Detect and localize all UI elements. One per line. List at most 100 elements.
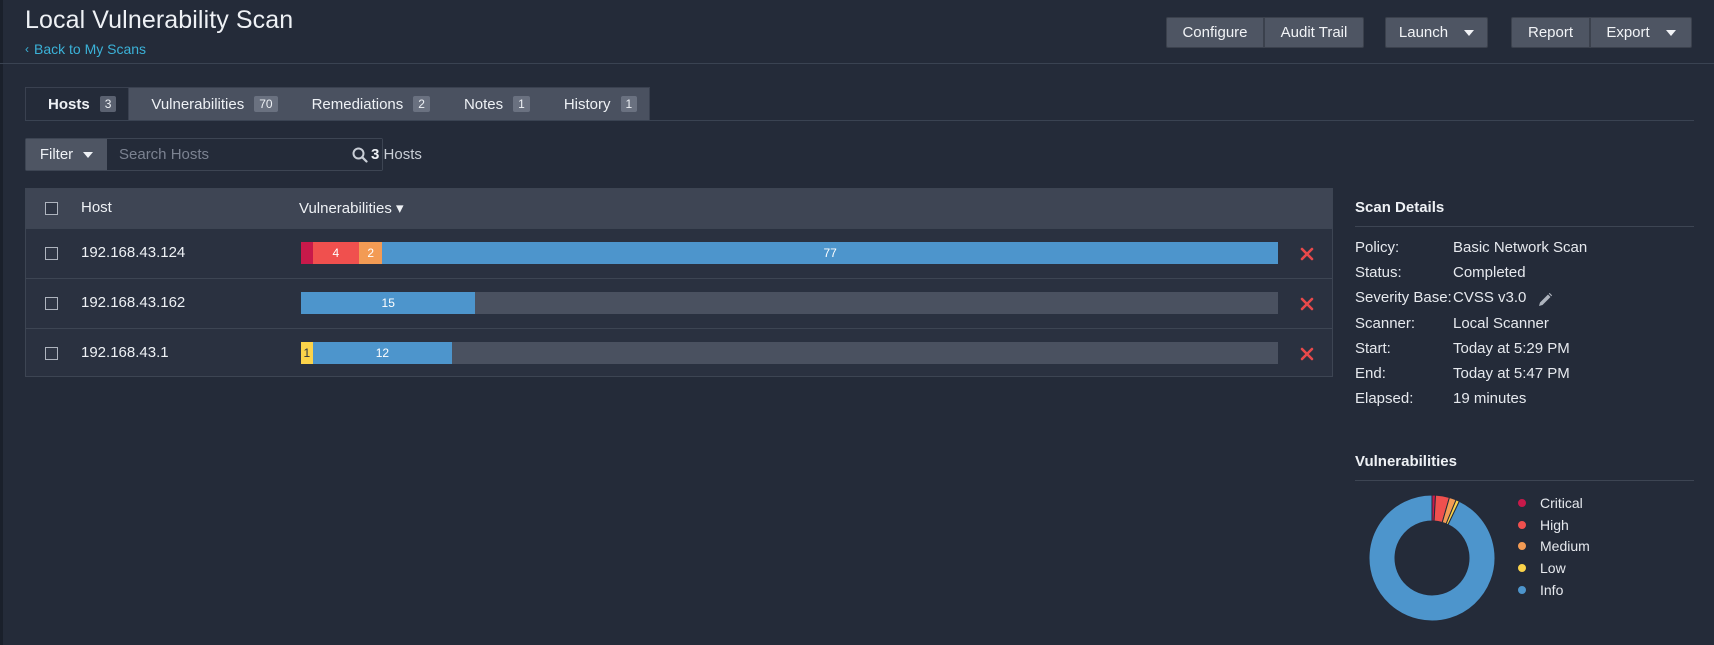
donut-slice-info[interactable] bbox=[1368, 494, 1496, 622]
launch-label: Launch bbox=[1398, 24, 1449, 41]
tab-count-badge: 3 bbox=[99, 96, 117, 112]
hosts-table: Host Vulnerabilities ▾ 192.168.43.124 4 2 7… bbox=[25, 188, 1333, 377]
tab-count-badge: 70 bbox=[254, 96, 278, 112]
chevron-left-icon: ‹ bbox=[25, 42, 29, 56]
vulnerability-bar[interactable]: 4 2 77 bbox=[301, 242, 1278, 264]
tab-label: History bbox=[563, 95, 611, 113]
search-hosts-input[interactable] bbox=[107, 139, 338, 170]
detail-label: Status: bbox=[1355, 264, 1402, 281]
tabs-divider bbox=[25, 120, 1694, 121]
table-row[interactable]: 192.168.43.162 15 bbox=[26, 278, 1332, 328]
detail-value: Today at 5:47 PM bbox=[1453, 365, 1570, 382]
table-row[interactable]: 192.168.43.124 4 2 77 bbox=[26, 228, 1332, 278]
caret-down-icon bbox=[1464, 29, 1475, 36]
legend-label: Info bbox=[1540, 581, 1564, 598]
tab-hosts[interactable]: Hosts 3 bbox=[26, 88, 130, 120]
bar-segment-medium[interactable]: 2 bbox=[359, 242, 383, 264]
detail-label: Policy: bbox=[1355, 239, 1400, 256]
delete-host-icon[interactable] bbox=[1298, 345, 1316, 363]
legend-label: Low bbox=[1540, 560, 1566, 577]
launch-button-group: Launch bbox=[1385, 17, 1488, 48]
tab-label: Vulnerabilities bbox=[151, 95, 245, 113]
bar-segment-info[interactable]: 15 bbox=[301, 292, 476, 314]
tab-notes[interactable]: Notes 1 bbox=[442, 88, 542, 120]
legend-label: High bbox=[1540, 516, 1569, 533]
host-count: 3 Hosts bbox=[371, 146, 422, 163]
tab-label: Notes bbox=[463, 95, 504, 113]
detail-label: End: bbox=[1355, 365, 1386, 382]
back-link-label: Back to My Scans bbox=[34, 41, 147, 57]
detail-value: Local Scanner bbox=[1453, 315, 1549, 332]
tab-vulnerabilities[interactable]: Vulnerabilities 70 bbox=[129, 88, 289, 120]
row-checkbox[interactable] bbox=[45, 297, 58, 310]
legend-label: Medium bbox=[1540, 538, 1590, 555]
report-export-group: Report Export bbox=[1511, 17, 1692, 48]
vulnerability-bar[interactable]: 15 bbox=[301, 292, 1278, 314]
bar-segment-info[interactable]: 12 bbox=[312, 342, 453, 364]
legend-dot bbox=[1518, 499, 1526, 507]
column-host[interactable]: Host bbox=[81, 199, 112, 216]
bar-segment-high[interactable]: 4 bbox=[312, 242, 360, 264]
bar-segment-critical[interactable] bbox=[301, 242, 313, 264]
export-label: Export bbox=[1606, 24, 1650, 41]
export-button[interactable]: Export bbox=[1590, 17, 1692, 48]
filter-bar: Filter bbox=[25, 138, 383, 171]
bar-segment-low[interactable]: 1 bbox=[301, 342, 313, 364]
row-checkbox[interactable] bbox=[45, 347, 58, 360]
detail-value: CVSS v3.0 bbox=[1453, 289, 1527, 306]
vulnerability-bar[interactable]: 1 12 bbox=[301, 342, 1278, 364]
legend-dot bbox=[1518, 520, 1526, 529]
detail-value: Basic Network Scan bbox=[1453, 239, 1588, 256]
detail-label: Elapsed: bbox=[1355, 390, 1414, 407]
audit-trail-button[interactable]: Audit Trail bbox=[1264, 17, 1364, 48]
legend-item: High bbox=[1518, 517, 1569, 533]
tab-label: Hosts bbox=[48, 95, 90, 113]
bar-segment-info[interactable]: 77 bbox=[382, 242, 1278, 264]
filter-button[interactable]: Filter bbox=[26, 139, 107, 170]
delete-host-icon[interactable] bbox=[1298, 295, 1316, 313]
row-checkbox[interactable] bbox=[45, 247, 58, 260]
host-ip[interactable]: 192.168.43.162 bbox=[81, 294, 185, 311]
header-divider bbox=[0, 63, 1714, 64]
detail-value: Today at 5:29 PM bbox=[1453, 340, 1570, 357]
detail-value: 19 minutes bbox=[1453, 390, 1527, 407]
caret-down-icon bbox=[83, 151, 94, 158]
select-all-checkbox[interactable] bbox=[45, 202, 58, 215]
delete-host-icon[interactable] bbox=[1298, 245, 1316, 263]
legend-item: Critical bbox=[1518, 495, 1583, 511]
report-button[interactable]: Report bbox=[1511, 17, 1590, 48]
legend-item: Info bbox=[1518, 582, 1563, 598]
detail-value: Completed bbox=[1453, 264, 1526, 281]
legend-dot bbox=[1518, 564, 1526, 573]
legend-dot bbox=[1518, 542, 1526, 551]
tab-remediations[interactable]: Remediations 2 bbox=[290, 88, 442, 120]
window-edge bbox=[0, 0, 3, 645]
table-header: Host Vulnerabilities ▾ bbox=[26, 189, 1332, 228]
caret-down-icon bbox=[1665, 29, 1676, 36]
launch-button[interactable]: Launch bbox=[1385, 17, 1488, 48]
back-to-scans-link[interactable]: ‹ Back to My Scans bbox=[25, 41, 146, 57]
scan-details-divider bbox=[1355, 226, 1694, 227]
table-row[interactable]: 192.168.43.1 1 12 bbox=[26, 328, 1332, 378]
tab-count-badge: 2 bbox=[413, 96, 430, 112]
configure-button[interactable]: Configure bbox=[1166, 17, 1264, 48]
column-vulnerabilities[interactable]: Vulnerabilities ▾ bbox=[299, 199, 404, 217]
legend-dot bbox=[1518, 585, 1526, 594]
vulnerabilities-chart-title: Vulnerabilities bbox=[1355, 453, 1457, 470]
tab-label: Remediations bbox=[311, 95, 404, 113]
detail-label: Severity Base: bbox=[1355, 289, 1452, 306]
vulnerabilities-donut-chart bbox=[1368, 494, 1496, 622]
tab-history[interactable]: History 1 bbox=[542, 88, 649, 120]
legend-item: Low bbox=[1518, 560, 1566, 576]
tab-count-badge: 1 bbox=[620, 96, 638, 112]
scan-details-title: Scan Details bbox=[1355, 199, 1445, 216]
edit-pencil-icon[interactable] bbox=[1537, 292, 1553, 308]
host-count-number: 3 bbox=[371, 146, 380, 163]
legend-label: Critical bbox=[1540, 495, 1583, 511]
host-ip[interactable]: 192.168.43.124 bbox=[81, 244, 185, 261]
legend-item: Medium bbox=[1518, 538, 1590, 554]
chart-divider bbox=[1355, 480, 1694, 481]
host-ip[interactable]: 192.168.43.1 bbox=[81, 344, 169, 361]
host-count-label: Hosts bbox=[383, 146, 422, 163]
tab-count-badge: 1 bbox=[513, 96, 530, 112]
